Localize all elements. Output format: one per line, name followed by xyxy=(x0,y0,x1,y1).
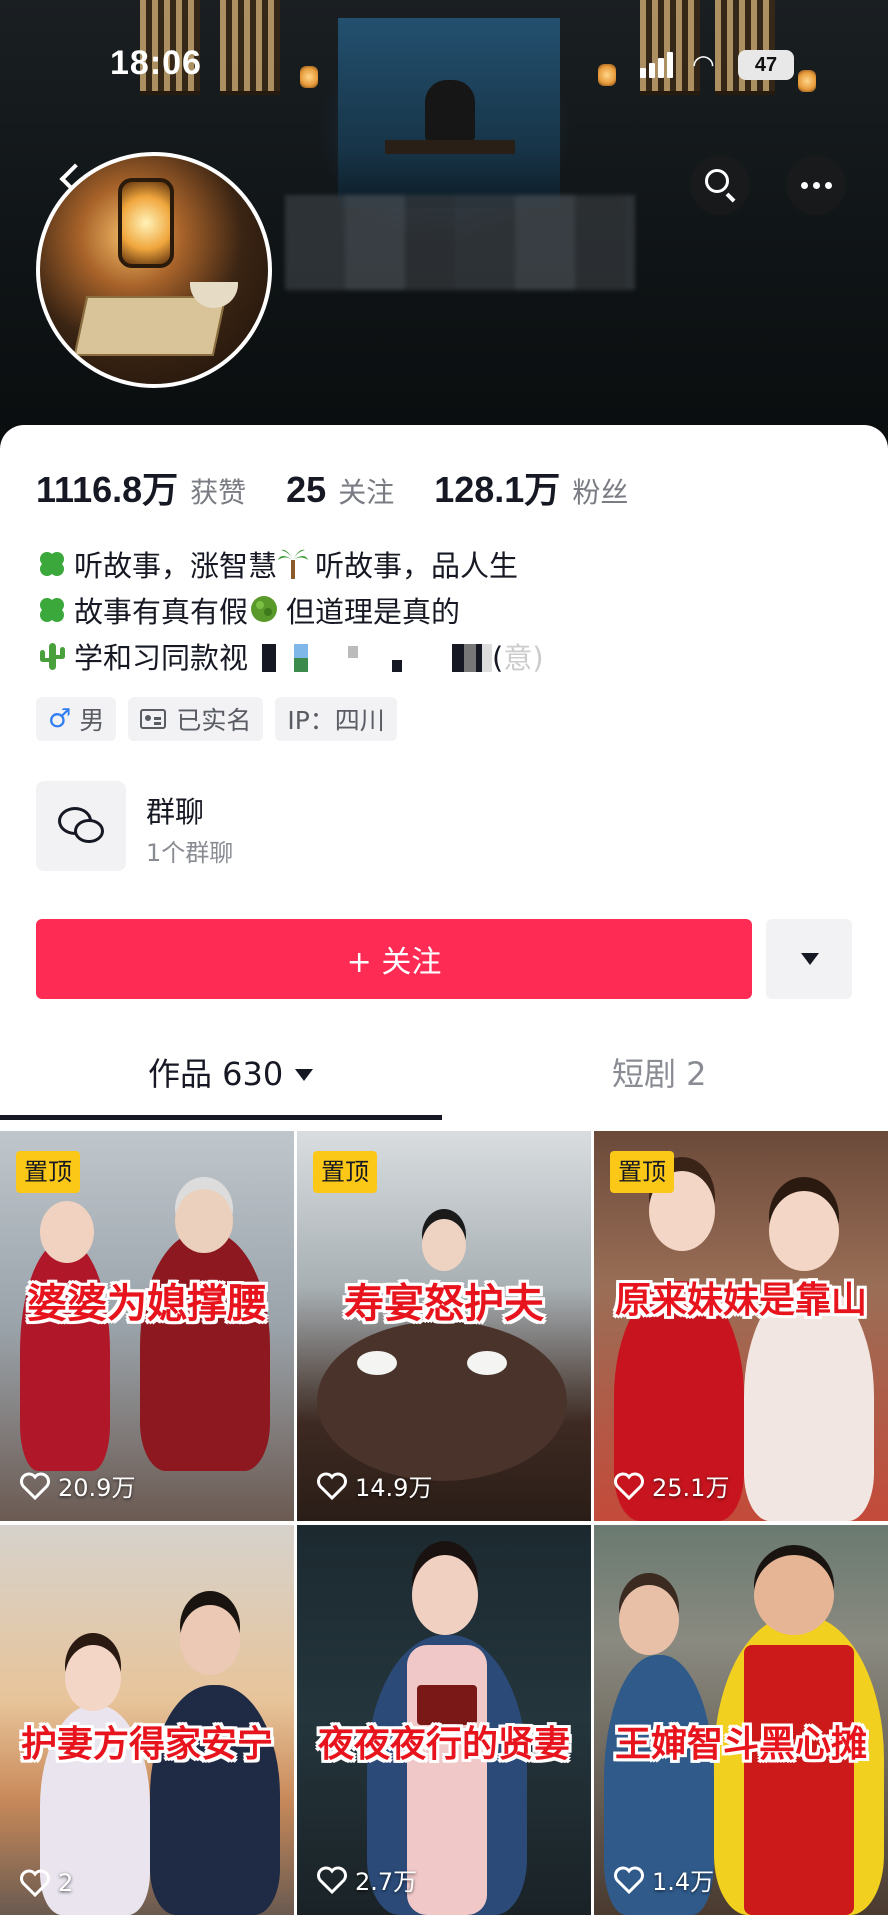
bio-text: 听故事，品人生 xyxy=(315,549,519,583)
heart-icon xyxy=(317,1866,347,1894)
likes-count-text: 2.7万 xyxy=(355,1868,418,1896)
male-icon: ♂ xyxy=(48,704,72,734)
bio-text: 意) xyxy=(503,641,544,675)
pinned-badge: 置顶 xyxy=(313,1151,377,1193)
redaction-mosaic xyxy=(348,646,359,658)
content-tabs: 作品 630 短剧 2 xyxy=(0,1025,888,1121)
search-icon xyxy=(705,169,729,193)
video-caption: 夜夜夜行的贤妻 xyxy=(317,1723,570,1765)
video-caption: 婆婆为媳撑腰 xyxy=(27,1280,267,1327)
redaction-mosaic xyxy=(452,644,493,672)
redaction-mosaic xyxy=(262,644,277,672)
stats-row: 1116.8万 获赞 25 关注 128.1万 粉丝 xyxy=(36,461,668,513)
more-button[interactable] xyxy=(786,155,846,215)
banner-table xyxy=(385,140,515,154)
profile-tags: ♂ 男 已实名 IP：四川 xyxy=(36,697,397,741)
tree-icon xyxy=(251,596,278,622)
bio-text: 听故事，涨智慧 xyxy=(74,549,278,583)
likes-count-text: 25.1万 xyxy=(652,1474,730,1502)
tab-drama[interactable]: 短剧 2 xyxy=(612,1049,707,1095)
gender-label: 男 xyxy=(79,706,105,735)
video-tile[interactable]: 置顶 原来妹妹是靠山 25.1万 xyxy=(594,1131,888,1521)
followers-count[interactable]: 128.1万 xyxy=(434,461,560,513)
bio-line-3: 学和习同款视 (意) xyxy=(36,635,856,681)
following-count[interactable]: 25 xyxy=(286,469,326,511)
active-tab-indicator xyxy=(0,1115,442,1120)
likes-count-text: 14.9万 xyxy=(355,1474,433,1502)
recommend-dropdown-button[interactable] xyxy=(766,919,852,999)
video-tile[interactable]: 置顶 寿宴怒护夫 14.9万 xyxy=(297,1131,591,1521)
verified-tag[interactable]: 已实名 xyxy=(128,697,264,741)
wifi-icon: ◠ xyxy=(692,50,715,80)
likes-count-text: 1.4万 xyxy=(652,1868,715,1896)
bio-line-1: 听故事，涨智慧 听故事，品人生 xyxy=(36,543,856,589)
likes-count-text: 20.9万 xyxy=(58,1474,136,1502)
bio-text: 但道理是真的 xyxy=(286,595,461,629)
pinned-badge: 置顶 xyxy=(16,1151,80,1193)
bio-line-2: 故事有真有假 但道理是真的 xyxy=(36,589,856,635)
likes-count[interactable]: 1116.8万 xyxy=(36,461,178,513)
ip-tag: IP：四川 xyxy=(275,697,397,741)
heart-icon xyxy=(614,1866,644,1894)
heart-icon xyxy=(20,1869,50,1897)
id-card-icon xyxy=(140,709,167,729)
video-likes: 2.7万 xyxy=(317,1862,417,1897)
video-tile[interactable]: 置顶 婆婆为媳撑腰 20.9万 xyxy=(0,1131,294,1521)
clover-icon xyxy=(40,598,64,622)
group-chat-entry[interactable]: 群聊 1个群聊 xyxy=(36,781,856,873)
video-likes: 1.4万 xyxy=(614,1862,714,1897)
status-bar: 18:06 ◠ 47 xyxy=(0,40,888,90)
heart-icon xyxy=(20,1472,50,1500)
cactus-icon xyxy=(40,643,65,670)
video-likes: 25.1万 xyxy=(614,1468,729,1503)
tab-works-label: 作品 630 xyxy=(148,1055,284,1093)
clover-icon xyxy=(40,552,64,576)
redaction-mosaic xyxy=(294,644,309,672)
status-time: 18:06 xyxy=(110,44,202,82)
following-label: 关注 xyxy=(338,476,395,509)
video-caption: 原来妹妹是靠山 xyxy=(614,1279,867,1321)
redaction-mosaic xyxy=(392,660,403,672)
battery-icon: 47 xyxy=(738,50,794,80)
group-chat-title: 群聊 xyxy=(146,795,205,829)
caret-down-icon xyxy=(295,1069,314,1081)
bio-text: ( xyxy=(492,641,504,675)
video-likes: 20.9万 xyxy=(20,1468,135,1503)
likes-count-text: 2 xyxy=(58,1869,74,1897)
video-tile[interactable]: 夜夜夜行的贤妻 2.7万 xyxy=(297,1525,591,1915)
lantern-image xyxy=(118,178,174,268)
group-chat-count: 1个群聊 xyxy=(146,839,234,867)
bio-text: 学和习同款视 xyxy=(74,641,249,675)
video-caption: 王婶智斗黑心摊 xyxy=(614,1723,867,1765)
bio-text: 故事有真有假 xyxy=(74,595,249,629)
pinned-badge: 置顶 xyxy=(610,1151,674,1193)
signal-icon xyxy=(640,52,674,78)
followers-label: 粉丝 xyxy=(572,476,629,509)
bio: 听故事，涨智慧 听故事，品人生 故事有真有假 但道理是真的 学和习同款视 (意) xyxy=(36,543,856,681)
group-chat-icon xyxy=(36,781,126,871)
blurred-username xyxy=(285,195,635,290)
video-tile[interactable]: 护妻方得家安宁 2 xyxy=(0,1525,294,1915)
heart-icon xyxy=(317,1472,347,1500)
heart-icon xyxy=(614,1472,644,1500)
ip-label: IP：四川 xyxy=(287,706,385,735)
palm-tree-icon xyxy=(278,549,309,579)
likes-label: 获赞 xyxy=(190,476,247,509)
search-button[interactable] xyxy=(690,155,750,215)
video-likes: 14.9万 xyxy=(317,1468,432,1503)
video-caption: 护妻方得家安宁 xyxy=(20,1723,273,1765)
gender-tag: ♂ 男 xyxy=(36,697,117,741)
follow-button[interactable]: + 关注 xyxy=(36,919,752,999)
tab-works[interactable]: 作品 630 xyxy=(148,1049,314,1095)
video-likes: 2 xyxy=(20,1869,73,1897)
video-caption: 寿宴怒护夫 xyxy=(344,1280,544,1327)
verified-label: 已实名 xyxy=(176,706,252,735)
avatar[interactable] xyxy=(36,152,272,388)
video-tile[interactable]: 王婶智斗黑心摊 1.4万 xyxy=(594,1525,888,1915)
